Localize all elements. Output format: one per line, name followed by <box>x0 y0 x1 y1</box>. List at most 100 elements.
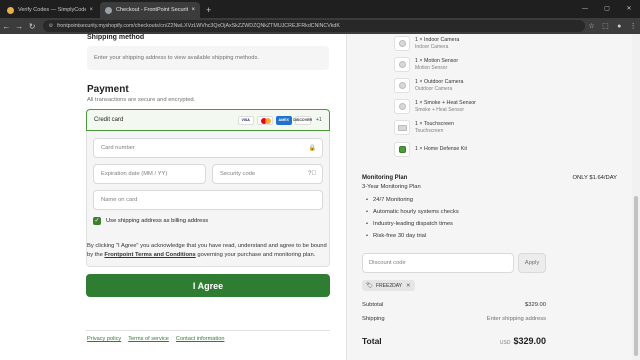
tag-icon: 🏷 <box>366 282 373 289</box>
terms-of-service-link[interactable]: Terms of service <box>128 336 169 342</box>
applied-discount-chip: 🏷 FREE2DAY ✕ <box>362 280 415 291</box>
lock-icon: 🔒 <box>308 145 316 152</box>
billing-address-checkbox-row[interactable]: ✓ Use shipping address as billing addres… <box>93 217 208 225</box>
help-icon[interactable]: ?⃝ <box>308 171 316 177</box>
plan-features: 24/7 Monitoring Automatic hourly systems… <box>366 194 459 242</box>
item-name: 1 × Home Defense Kit <box>415 146 467 152</box>
security-code-field[interactable]: Security code ?⃝ <box>212 164 323 184</box>
item-name: 1 × Smoke + Heat Sensor <box>415 99 476 106</box>
checkout-form: Shipping method Enter your shipping addr… <box>0 34 346 360</box>
payment-subtitle: All transactions are secure and encrypte… <box>87 97 196 103</box>
site-info-icon[interactable]: ⚙ <box>49 23 53 29</box>
card-number-placeholder: Card number <box>101 145 135 151</box>
payment-heading: Payment <box>87 84 129 95</box>
tab-simplycodes[interactable]: Verify Codes — SimplyCodes × <box>2 2 98 18</box>
plan-feature: Automatic hourly systems checks <box>366 206 459 218</box>
visa-icon: VISA <box>237 115 254 125</box>
item-variant: Smoke + Heat Sensor <box>415 106 465 113</box>
item-variant: Outdoor Camera <box>415 85 453 92</box>
item-name: 1 × Indoor Camera <box>415 36 460 43</box>
item-variant: Motion Sensor <box>415 64 448 71</box>
profile-icon[interactable]: ● <box>612 23 626 30</box>
security-code-placeholder: Security code <box>220 171 256 177</box>
plan-feature: 24/7 Monitoring <box>366 194 459 206</box>
contact-information-link[interactable]: Contact information <box>176 336 225 342</box>
window-controls: — ▢ ✕ <box>574 0 640 18</box>
order-item: 1 × Touchscreen Touchscreen <box>394 120 454 135</box>
remove-code-icon[interactable]: ✕ <box>406 283 411 289</box>
reload-icon[interactable]: ↻ <box>26 22 39 31</box>
outdoor-camera-thumbnail <box>394 78 410 93</box>
card-number-field[interactable]: Card number 🔒 <box>93 138 323 158</box>
plan-feature: Industry-leading dispatch times <box>366 218 459 230</box>
consent-text-after: governing your purchase and monitoring p… <box>195 252 316 258</box>
simplycodes-favicon-icon <box>7 6 14 14</box>
name-on-card-placeholder: Name on card <box>101 197 138 203</box>
tab-close-icon[interactable]: × <box>191 7 195 13</box>
item-name: 1 × Touchscreen <box>415 120 454 127</box>
maximize-icon[interactable]: ▢ <box>596 0 618 18</box>
plan-price: ONLY $1.64/DAY <box>572 175 617 181</box>
item-variant: Touchscreen <box>415 127 444 134</box>
plan-feature: Risk-free 30 day trial <box>366 230 459 242</box>
tab-title: Verify Codes — SimplyCodes <box>18 7 87 13</box>
shipping-method-heading: Shipping method <box>87 34 145 41</box>
order-summary: 1 × Indoor Camera Indoor Camera 1 × Motio… <box>346 34 632 360</box>
subtotal-value: $329.00 <box>525 302 546 308</box>
touchscreen-thumbnail <box>394 120 410 135</box>
discover-icon: DISCOVER <box>293 115 312 125</box>
browser-tab-bar: Verify Codes — SimplyCodes × Checkout - … <box>0 0 640 18</box>
menu-icon[interactable]: ⋮ <box>626 22 640 30</box>
shipping-method-placeholder: Enter your shipping address to view avai… <box>87 46 329 70</box>
url-text: frontpointsecurity.myshopify.com/checkou… <box>57 23 340 29</box>
scrollbar-thumb[interactable] <box>634 196 638 356</box>
close-window-icon[interactable]: ✕ <box>618 0 640 18</box>
apply-button[interactable]: Apply <box>518 253 546 273</box>
url-input[interactable]: ⚙ frontpointsecurity.myshopify.com/check… <box>42 20 585 32</box>
extensions-icon[interactable]: ⬚ <box>598 22 612 30</box>
tab-title: Checkout - FrontPoint Security <box>116 7 189 13</box>
back-icon[interactable]: ← <box>0 22 13 31</box>
shipping-value: Enter shipping address <box>486 316 546 322</box>
total-row: Total USD $329.00 <box>362 331 546 349</box>
item-name: 1 × Motion Sensor <box>415 57 459 64</box>
terms-link[interactable]: Frontpoint Terms and Conditions <box>104 252 195 258</box>
frontpoint-favicon-icon <box>105 6 112 14</box>
order-item: 1 × Smoke + Heat Sensor Smoke + Heat Sens… <box>394 99 476 114</box>
discount-code-input[interactable]: Discount code <box>362 253 514 273</box>
billing-address-checkbox[interactable]: ✓ <box>93 217 101 225</box>
mastercard-icon <box>256 115 273 125</box>
item-name: 1 × Outdoor Camera <box>415 78 464 85</box>
address-bar: ← → ↻ ⚙ frontpointsecurity.myshopify.com… <box>0 18 640 34</box>
indoor-camera-thumbnail <box>394 36 410 51</box>
new-tab-button[interactable]: + <box>206 5 211 15</box>
bookmark-star-icon[interactable]: ☆ <box>585 22 599 30</box>
item-variant: Indoor Camera <box>415 43 449 50</box>
home-defense-kit-thumbnail <box>394 142 410 157</box>
tab-close-icon[interactable]: × <box>89 7 93 13</box>
order-item: 1 × Home Defense Kit <box>394 142 467 157</box>
credit-card-option[interactable]: Credit card VISA AMEX DISCOVER +1 <box>86 109 330 131</box>
name-on-card-field[interactable]: Name on card <box>93 190 323 210</box>
i-agree-button[interactable]: I Agree <box>86 274 330 297</box>
terms-consent-text: By clicking "I Agree" you acknowledge th… <box>87 242 332 260</box>
minimize-icon[interactable]: — <box>574 0 596 18</box>
expiration-placeholder: Expiration date (MM / YY) <box>101 171 168 177</box>
amex-icon: AMEX <box>275 115 292 125</box>
footer-links: Privacy policy Terms of service Contact … <box>87 336 231 342</box>
order-item: 1 × Indoor Camera Indoor Camera <box>394 36 459 51</box>
applied-code: FREE2DAY <box>375 282 403 289</box>
privacy-policy-link[interactable]: Privacy policy <box>87 336 121 342</box>
total-label: Total <box>362 336 382 346</box>
page-scrollbar[interactable] <box>632 34 640 360</box>
smoke-heat-sensor-thumbnail <box>394 99 410 114</box>
order-item: 1 × Outdoor Camera Outdoor Camera <box>394 78 463 93</box>
footer-divider <box>86 330 330 331</box>
tab-checkout[interactable]: Checkout - FrontPoint Security × <box>100 2 200 18</box>
forward-icon[interactable]: → <box>13 22 26 31</box>
expiration-field[interactable]: Expiration date (MM / YY) <box>93 164 206 184</box>
currency-code: USD <box>499 340 511 346</box>
plan-subtitle: 3-Year Monitoring Plan <box>362 184 421 190</box>
checkout-page: Shipping method Enter your shipping addr… <box>0 34 640 360</box>
shipping-row: Shipping Enter shipping address <box>362 316 546 322</box>
